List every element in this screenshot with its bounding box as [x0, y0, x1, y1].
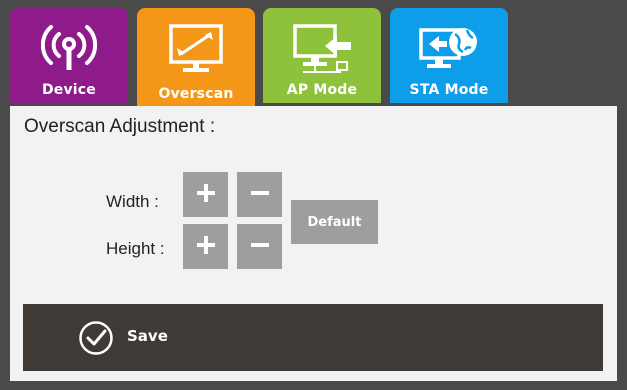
tab-overscan[interactable]: Overscan	[137, 8, 255, 108]
tab-label: Device	[41, 82, 97, 98]
default-button[interactable]: Default	[291, 200, 378, 244]
monitor-globe-icon	[417, 22, 481, 80]
plus-icon	[196, 183, 216, 207]
width-decrease-button[interactable]	[237, 172, 282, 217]
tab-device[interactable]: Device	[10, 8, 128, 103]
app-window: Device Overscan AP Mode STA Mode Oversca…	[0, 0, 627, 390]
tab-ap-mode[interactable]: AP Mode	[263, 8, 381, 103]
minus-icon	[250, 235, 270, 259]
wireless-signal-icon	[40, 22, 98, 76]
tab-label: AP Mode	[286, 82, 358, 98]
plus-icon	[196, 235, 216, 259]
height-increase-button[interactable]	[183, 224, 228, 269]
tab-sta-mode[interactable]: STA Mode	[390, 8, 508, 103]
minus-icon	[250, 183, 270, 207]
check-circle-icon	[78, 320, 114, 360]
tab-label: Overscan	[158, 86, 234, 102]
panel-title: Overscan Adjustment :	[24, 116, 216, 137]
overscan-panel: Overscan Adjustment : Width : Height : D…	[10, 106, 617, 381]
monitor-resize-icon	[167, 22, 225, 80]
height-decrease-button[interactable]	[237, 224, 282, 269]
width-label: Width :	[106, 192, 159, 211]
save-label: Save	[127, 327, 168, 345]
height-label: Height :	[106, 239, 165, 258]
width-increase-button[interactable]	[183, 172, 228, 217]
tab-label: STA Mode	[409, 82, 489, 98]
monitor-network-icon	[291, 22, 353, 80]
save-button[interactable]: Save	[23, 304, 603, 371]
